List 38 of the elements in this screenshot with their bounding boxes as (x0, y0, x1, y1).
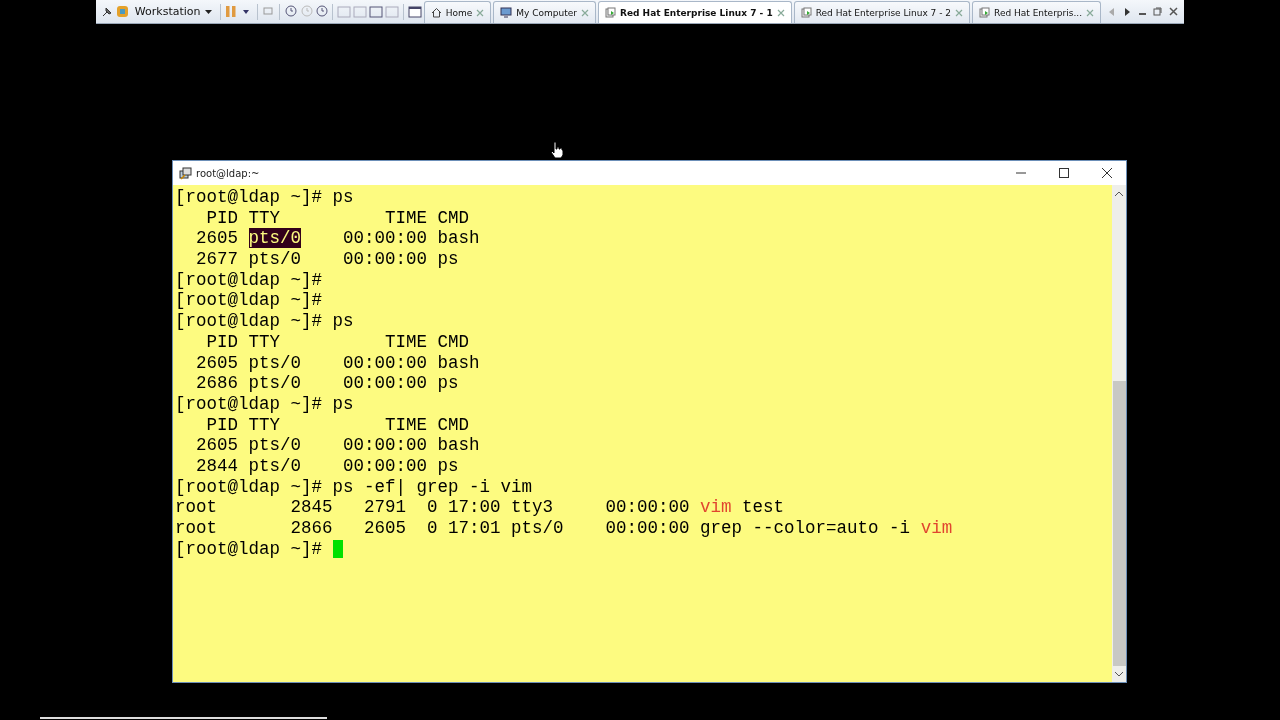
tab[interactable]: Red Hat Enterprise Linux 7 - 2 (793, 1, 971, 23)
terminal-line: PID TTY TIME CMD (205, 207, 470, 229)
vm-icon (800, 7, 812, 18)
scroll-down-icon[interactable] (1115, 671, 1123, 677)
terminal-line: [root@ldap ~]# (175, 269, 323, 291)
terminal-line: [root@ldap ~]# ps (175, 311, 354, 332)
terminal-line: [root@ldap ~]# ps -ef| grep -i vim (175, 476, 533, 498)
terminal-line: 2605 pts/0 00:00:00 bash (195, 352, 480, 374)
tab[interactable]: My Computer (493, 1, 596, 23)
terminal-line: [root@ldap ~]# (175, 538, 324, 560)
terminal-line: 2686 pts/0 00:00:00 ps (195, 373, 459, 394)
terminal-app-icon (179, 166, 192, 180)
terminal-line: [root@ldap ~]# (175, 290, 323, 312)
scrollbar[interactable] (1112, 185, 1126, 682)
tab[interactable]: Red Hat Enterpris... (972, 1, 1102, 23)
vm-icon (979, 7, 991, 18)
terminal-line: [root@ldap ~]# ps (175, 393, 354, 415)
terminal-line: root 2845 2791 0 17:00 tty3 00:00:00 vim test (175, 497, 785, 518)
terminal-line: 2605 pts/0 00:00:00 bash (195, 435, 480, 456)
scroll-thumb[interactable] (1112, 381, 1126, 666)
caret-icon (204, 9, 212, 14)
terminal-line: 2677 pts/0 00:00:00 ps (195, 249, 459, 270)
window-title: root@ldap:~ (196, 167, 261, 179)
terminal-line: 2844 pts/0 00:00:00 ps (195, 455, 459, 477)
terminal-line: PID TTY TIME CMD (205, 331, 470, 353)
terminal-line: root 2866 2605 0 17:01 pts/0 00:00:00 grep --color=auto -i vim (175, 518, 953, 539)
vm-icon (605, 7, 616, 18)
tab[interactable]: Red Hat Enterprise Linux 7 - 1 (598, 1, 792, 23)
close-icon (1101, 168, 1112, 178)
home-icon (430, 7, 442, 18)
terminal-line: 2605 pts/0 00:00:00 bash (195, 228, 480, 250)
terminal-line: PID TTY TIME CMD (205, 414, 470, 436)
maximize-icon (1058, 168, 1069, 178)
tab[interactable]: Home (423, 1, 492, 23)
workstation-menu[interactable]: Workstation (130, 5, 216, 18)
monitor-icon (500, 7, 513, 18)
terminal-line: [root@ldap ~]# ps (175, 187, 354, 208)
scroll-up-icon[interactable] (1115, 190, 1123, 196)
